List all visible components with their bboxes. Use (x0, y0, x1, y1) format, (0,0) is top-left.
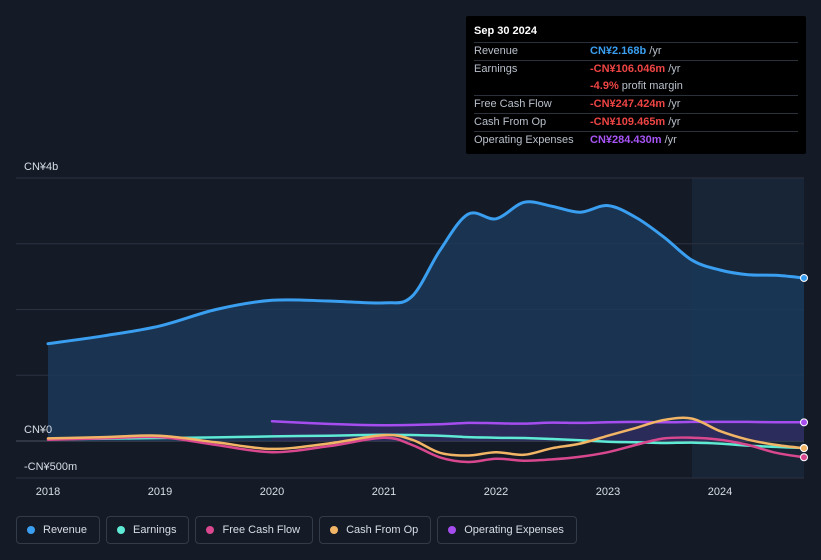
tooltip-row-unit: profit margin (621, 80, 683, 92)
free-cash-flow-endpoint (800, 453, 808, 462)
tooltip-row-label: Operating Expenses (474, 134, 574, 146)
tooltip-row-label: Earnings (474, 63, 518, 75)
legend-dot-icon (27, 526, 35, 534)
tooltip-date: Sep 30 2024 (474, 25, 537, 37)
tooltip-row-label: Revenue (474, 45, 519, 57)
tooltip-row-unit: /yr (668, 116, 681, 128)
tooltip-row-unit: /yr (664, 134, 677, 146)
legend-label: Cash From Op (346, 524, 419, 536)
tooltip-row-value: -CN¥109.465m (590, 116, 666, 128)
revenue-endpoint (800, 273, 808, 282)
cash-from-op-endpoint (800, 444, 808, 453)
tooltip-row: -4.9% profit margin (474, 78, 798, 95)
tooltip-row-label (474, 78, 590, 95)
x-tick-label-2022: 2022 (484, 486, 508, 498)
x-tick-label-2021: 2021 (372, 486, 396, 498)
revenue-area (48, 201, 804, 441)
legend-label: Operating Expenses (464, 524, 564, 536)
legend-item-operating-expenses[interactable]: Operating Expenses (437, 516, 577, 544)
tooltip-row-value: CN¥284.430m (590, 134, 662, 146)
legend-item-free-cash-flow[interactable]: Free Cash Flow (195, 516, 314, 544)
legend-dot-icon (117, 526, 126, 534)
legend-item-earnings[interactable]: Earnings (106, 516, 190, 544)
tooltip-row-unit: /yr (668, 63, 681, 75)
legend-dot-icon (206, 526, 215, 534)
tooltip-row: Operating Expenses CN¥284.430m/yr (474, 131, 798, 149)
tooltip-row-value: -CN¥247.424m (590, 98, 666, 110)
y-axis-top-label: CN¥4b (24, 161, 58, 173)
tooltip-rows: Revenue CN¥2.168b/yr Earnings -CN¥106.046m /… (474, 42, 798, 149)
tooltip-row: Earnings -CN¥106.046m/yr (474, 60, 798, 78)
operating-expenses-endpoint (800, 418, 808, 427)
tooltip-row-value: -CN¥106.046m (590, 63, 666, 75)
series-areas (48, 201, 804, 441)
tooltip-row-unit: /yr (649, 45, 662, 57)
tooltip-row-label: Cash From Op (474, 116, 547, 128)
x-tick-label-2018: 2018 (36, 486, 60, 498)
tooltip-row: Revenue CN¥2.168b/yr (474, 42, 798, 60)
legend-dot-icon (448, 526, 457, 534)
legend-label: Free Cash Flow (222, 524, 301, 536)
tooltip-row: Cash From Op -CN¥109.465m/yr (474, 113, 798, 131)
y-axis-bottom-label: -CN¥500m (24, 461, 77, 473)
legend-label: Revenue (43, 524, 88, 536)
tooltip-row-value: -4.9% (590, 80, 619, 92)
x-tick-label-2023: 2023 (596, 486, 620, 498)
legend-item-revenue[interactable]: Revenue (16, 516, 101, 544)
x-tick-label-2020: 2020 (260, 486, 284, 498)
y-axis-zero-label: CN¥0 (24, 424, 52, 436)
legend: Revenue Earnings Free Cash Flow Cash From O… (16, 516, 583, 544)
legend-label: Earnings (133, 524, 177, 536)
legend-item-cash-from-op[interactable]: Cash From Op (319, 516, 432, 544)
x-tick-label-2019: 2019 (148, 486, 172, 498)
x-axis-ticks: 2018 2019 2020 2021 2022 2023 2024 (36, 486, 732, 498)
tooltip-row-unit: /yr (668, 98, 681, 110)
tooltip-row: Free Cash Flow -CN¥247.424m/yr (474, 95, 798, 113)
tooltip-panel: Sep 30 2024 Revenue CN¥2.168b/yr Earnings -… (466, 16, 806, 154)
x-tick-label-2024: 2024 (708, 486, 732, 498)
legend-dot-icon (330, 526, 339, 534)
tooltip-row-label: Free Cash Flow (474, 98, 552, 110)
tooltip-row-value: CN¥2.168b (590, 45, 647, 57)
